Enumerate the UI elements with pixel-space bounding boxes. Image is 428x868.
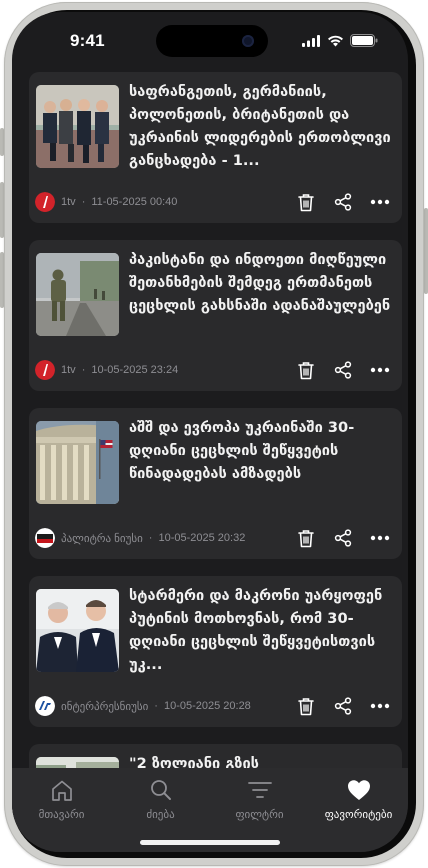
leaders-photo-image [36,85,119,168]
tab-filter-label: ფილტრი [235,808,284,821]
battery-icon [350,34,378,47]
share-icon [334,193,352,211]
cellular-signal-icon [302,34,320,47]
status-icons [302,34,378,47]
soldier-photo-image [36,253,119,336]
news-timestamp: 10-05-2025 20:28 [163,700,251,712]
meta-separator: · [81,364,86,376]
delete-button[interactable] [296,528,316,548]
source-logo-palitra-icon [35,528,55,548]
heart-icon [347,778,371,802]
news-thumbnail[interactable] [36,421,119,504]
news-title[interactable]: "2 ზოლიანი გზის [129,752,391,768]
news-source: 1tv [61,196,76,208]
news-title[interactable]: აშშ და ევროპა უკრაინაში 30-დღიანი ცეცხლი… [129,416,391,485]
news-actions [296,191,390,213]
tab-filter[interactable]: ფილტრი [210,768,309,828]
meta-separator: · [81,196,86,208]
meta-separator: · [154,700,158,712]
search-icon [150,778,172,802]
tab-search[interactable]: ძიება [111,768,210,828]
share-icon [334,697,352,715]
starmer-macron-photo-image [36,589,119,672]
tab-home-label: მთავარი [38,808,85,821]
dynamic-island [156,25,268,57]
news-thumbnail[interactable] [36,85,119,168]
share-button[interactable] [333,696,353,716]
more-icon [370,199,390,205]
trash-icon [298,697,314,715]
delete-button[interactable] [296,192,316,212]
capitol-photo-image [36,421,119,504]
more-options-button[interactable] [370,696,390,716]
news-card[interactable]: პაკისტანი და ინდოეთი მიღწეული შეთანხმები… [29,240,402,391]
phone-screen: 9:41 საფრანგეთის, გერმანიის, პოლონეთის, … [12,12,408,852]
more-options-button[interactable] [370,192,390,212]
news-feed[interactable]: საფრანგეთის, გერმანიის, პოლონეთის, ბრიტა… [12,62,408,768]
source-logo-interpressnews-icon [35,696,55,716]
tab-search-label: ძიება [146,808,175,821]
tab-favorites-label: ფავორიტები [324,808,393,821]
delete-button[interactable] [296,360,316,380]
news-meta: 1tv · 11-05-2025 00:40 [35,191,177,213]
share-button[interactable] [333,528,353,548]
share-icon [334,361,352,379]
news-meta: 1tv · 10-05-2025 23:24 [35,359,178,381]
trash-icon [298,361,314,379]
more-options-button[interactable] [370,360,390,380]
news-thumbnail[interactable] [36,253,119,336]
road-photo-image [36,757,119,768]
news-thumbnail[interactable] [36,757,119,768]
meta-separator: · [148,532,153,544]
more-options-button[interactable] [370,528,390,548]
news-actions [296,527,390,549]
wifi-icon [328,35,343,46]
tab-favorites[interactable]: ფავორიტები [309,768,408,828]
news-source: პალიტრა ნიუსი [61,532,143,545]
share-button[interactable] [333,360,353,380]
news-meta: პალიტრა ნიუსი · 10-05-2025 20:32 [35,527,245,549]
news-card[interactable]: საფრანგეთის, გერმანიის, პოლონეთის, ბრიტა… [29,72,402,223]
news-timestamp: 11-05-2025 00:40 [91,196,178,208]
home-icon [50,778,74,802]
news-title[interactable]: პაკისტანი და ინდოეთი მიღწეული შეთანხმები… [129,248,391,317]
news-source: ინტერპრესნიუსი [61,700,149,713]
delete-button[interactable] [296,696,316,716]
news-source: 1tv [61,364,76,376]
home-indicator [140,840,280,845]
front-camera-icon [242,35,254,47]
news-card[interactable]: აშშ და ევროპა უკრაინაში 30-დღიანი ცეცხლი… [29,408,402,559]
news-thumbnail[interactable] [36,589,119,672]
source-logo-1tv-icon [35,192,55,212]
news-meta: ინტერპრესნიუსი · 10-05-2025 20:28 [35,695,251,717]
power-button [424,208,428,294]
news-actions [296,359,390,381]
filter-icon [247,778,272,802]
share-button[interactable] [333,192,353,212]
tab-home[interactable]: მთავარი [12,768,111,828]
share-icon [334,529,352,547]
status-time: 9:41 [70,31,105,50]
trash-icon [298,193,314,211]
news-card[interactable]: "2 ზოლიანი გზის [29,744,402,768]
more-icon [370,367,390,373]
news-actions [296,695,390,717]
news-title[interactable]: საფრანგეთის, გერმანიის, პოლონეთის, ბრიტა… [129,80,391,172]
more-icon [370,535,390,541]
news-card[interactable]: სტარმერი და მაკრონი უარყოფენ პუტინის მოთ… [29,576,402,727]
news-timestamp: 10-05-2025 23:24 [91,364,179,376]
bottom-tab-bar: მთავარი ძიება ფილტრი ფავორიტები [12,768,408,852]
news-title[interactable]: სტარმერი და მაკრონი უარყოფენ პუტინის მოთ… [129,584,391,676]
trash-icon [298,529,314,547]
source-logo-1tv-icon [35,360,55,380]
more-icon [370,703,390,709]
news-timestamp: 10-05-2025 20:32 [158,532,246,544]
